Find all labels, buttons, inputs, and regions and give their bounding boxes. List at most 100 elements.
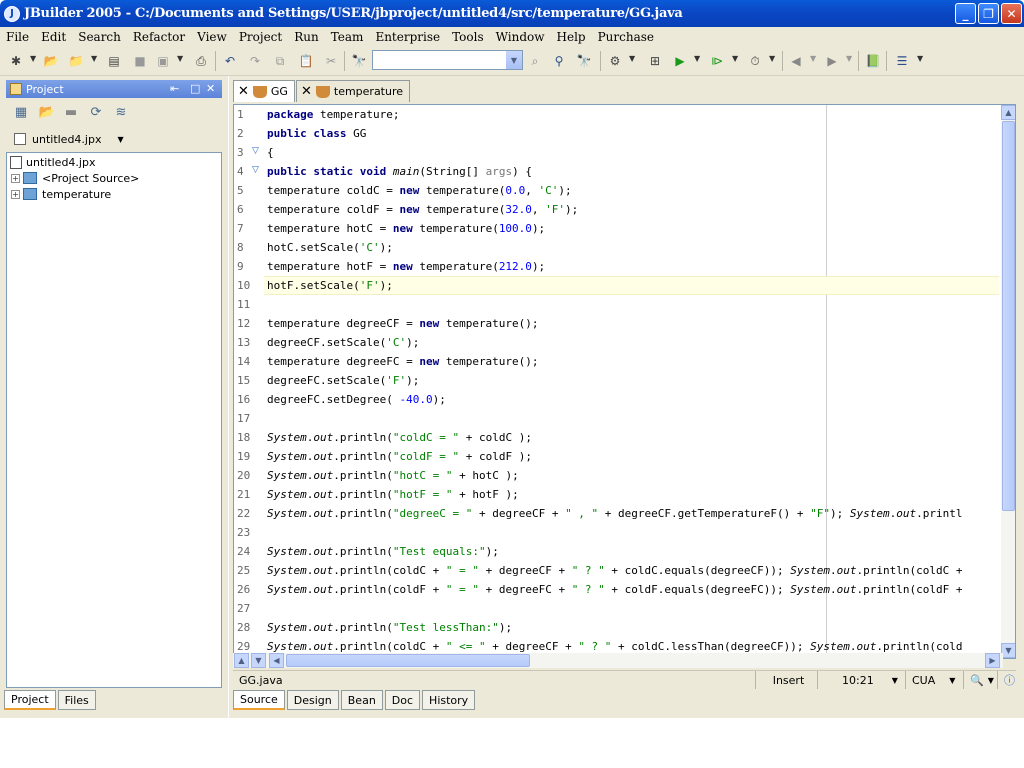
menu-tools[interactable]: Tools bbox=[446, 30, 490, 44]
find-icon[interactable]: 🔭 bbox=[350, 52, 368, 70]
code-line[interactable]: degreeFC.setScale('F'); bbox=[267, 371, 419, 390]
help-book-icon[interactable]: 📗 bbox=[864, 52, 882, 70]
debug-icon[interactable]: ⧐ bbox=[708, 52, 726, 70]
add-files-icon[interactable]: ▦ bbox=[12, 103, 30, 121]
chevron-down-icon[interactable]: ▼ bbox=[892, 676, 898, 685]
undo-icon[interactable]: ↶ bbox=[221, 52, 239, 70]
tab-temperature[interactable]: ✕ temperature bbox=[295, 80, 411, 102]
code-line[interactable]: degreeCF.setScale('C'); bbox=[267, 333, 419, 352]
code-editor[interactable]: 1 2 3 4 5 6 7 8 9 10 11 12 13 14 15 16 17 18 19 20 21 22 23 24 2… bbox=[233, 104, 1016, 659]
code-line[interactable]: System.out.println(coldF + " = " + degre… bbox=[267, 580, 962, 599]
menu-run[interactable]: Run bbox=[288, 30, 325, 44]
scroll-down-icon[interactable]: ▼ bbox=[1001, 643, 1015, 658]
fold-marker-icon[interactable]: ▽ bbox=[252, 165, 259, 175]
code-line[interactable]: public class GG bbox=[267, 124, 366, 143]
reopen-icon[interactable]: 📁 bbox=[67, 52, 85, 70]
properties-icon[interactable]: ≋ bbox=[112, 103, 130, 121]
layers-dropdown-icon[interactable]: ▼ bbox=[917, 54, 923, 63]
status-search[interactable]: 🔍 ▼ bbox=[963, 671, 994, 689]
code-line[interactable]: hotF.setScale('F'); bbox=[267, 276, 393, 295]
scroll-right-icon[interactable]: ▶ bbox=[985, 653, 1000, 668]
back-dropdown-icon[interactable]: ▼ bbox=[810, 54, 816, 63]
code-line[interactable]: System.out.println("hotC = " + hotC ); bbox=[267, 466, 519, 485]
code-line[interactable]: { bbox=[267, 143, 274, 162]
forward-icon[interactable]: ▶ bbox=[823, 52, 841, 70]
expand-icon[interactable]: + bbox=[11, 173, 20, 183]
forward-dropdown-icon[interactable]: ▼ bbox=[846, 54, 852, 63]
binoculars-icon[interactable]: 🔭 bbox=[575, 52, 593, 70]
scroll-left-icon[interactable]: ◀ bbox=[269, 653, 284, 668]
close-tab-icon[interactable]: ✕ bbox=[238, 84, 249, 99]
minimize-button[interactable]: _ bbox=[955, 3, 976, 24]
chevron-down-icon[interactable]: ▼ bbox=[949, 676, 955, 685]
make-icon[interactable]: ⚙ bbox=[606, 52, 624, 70]
back-icon[interactable]: ◀ bbox=[787, 52, 805, 70]
code-line[interactable]: System.out.println("coldF = " + coldF ); bbox=[267, 447, 532, 466]
run-dropdown-icon[interactable]: ▼ bbox=[694, 54, 700, 63]
new-dropdown-icon[interactable]: ▼ bbox=[30, 54, 36, 63]
add-folder-icon[interactable]: 📂 bbox=[38, 103, 56, 121]
layers-icon[interactable]: ☰ bbox=[893, 52, 911, 70]
vertical-scroll-thumb[interactable] bbox=[1002, 121, 1015, 511]
run-icon[interactable]: ▶ bbox=[671, 52, 689, 70]
code-line[interactable]: hotC.setScale('C'); bbox=[267, 238, 393, 257]
menu-purchase[interactable]: Purchase bbox=[592, 30, 660, 44]
optimize-icon[interactable]: ⏱ bbox=[746, 52, 764, 70]
optimize-dropdown-icon[interactable]: ▼ bbox=[769, 54, 775, 63]
close-tab-icon[interactable]: ✕ bbox=[301, 84, 312, 99]
code-line[interactable]: temperature coldF = new temperature(32.0… bbox=[267, 200, 578, 219]
code-line[interactable]: degreeFC.setDegree( -40.0); bbox=[267, 390, 446, 409]
new-icon[interactable]: ✱ bbox=[7, 52, 25, 70]
chevron-down-icon[interactable]: ▼ bbox=[506, 51, 522, 69]
project-selector[interactable]: untitled4.jpx ▼ bbox=[14, 130, 124, 148]
menu-edit[interactable]: Edit bbox=[35, 30, 72, 44]
menu-team[interactable]: Team bbox=[325, 30, 370, 44]
debug-dropdown-icon[interactable]: ▼ bbox=[732, 54, 738, 63]
menu-enterprise[interactable]: Enterprise bbox=[369, 30, 446, 44]
menu-search[interactable]: Search bbox=[72, 30, 127, 44]
status-insert-mode[interactable]: Insert bbox=[755, 671, 815, 689]
code-line[interactable]: System.out.println("coldC = " + coldC ); bbox=[267, 428, 532, 447]
expand-icon[interactable]: + bbox=[11, 189, 20, 199]
redo-icon[interactable]: ↷ bbox=[246, 52, 264, 70]
print-icon[interactable]: ⎙ bbox=[192, 52, 210, 70]
make-dropdown-icon[interactable]: ▼ bbox=[629, 54, 635, 63]
code-line[interactable]: System.out.println("hotF = " + hotF ); bbox=[267, 485, 519, 504]
menu-help[interactable]: Help bbox=[551, 30, 592, 44]
find-in-path-icon[interactable]: ⌕ bbox=[526, 52, 544, 70]
maximize-button[interactable]: ❐ bbox=[978, 3, 999, 24]
remove-icon[interactable]: ▬ bbox=[62, 103, 80, 121]
tab-source[interactable]: Source bbox=[233, 690, 285, 710]
refresh-icon[interactable]: ⟳ bbox=[87, 103, 105, 121]
fold-down-icon[interactable]: ▼ bbox=[251, 653, 266, 668]
horizontal-scrollbar[interactable]: ▲ ▼ ◀ ▶ bbox=[233, 653, 1003, 668]
menu-window[interactable]: Window bbox=[490, 30, 551, 44]
status-position[interactable]: 10:21 ▼ bbox=[817, 671, 903, 689]
maximize-pane-icon[interactable]: □ bbox=[190, 82, 200, 95]
tab-files[interactable]: Files bbox=[57, 690, 96, 710]
code-line[interactable]: package temperature; bbox=[267, 105, 399, 124]
pin-icon[interactable]: ⇤ bbox=[170, 82, 179, 95]
reopen-dropdown-icon[interactable]: ▼ bbox=[91, 54, 97, 63]
code-line[interactable]: temperature degreeFC = new temperature()… bbox=[267, 352, 539, 371]
jbuilder-app-icon[interactable]: J bbox=[4, 5, 20, 22]
tab-bean[interactable]: Bean bbox=[340, 690, 383, 710]
vertical-scrollbar[interactable]: ▲ ▼ bbox=[1001, 105, 1015, 658]
status-keymap[interactable]: CUA ▼ bbox=[905, 671, 961, 689]
cut-icon[interactable]: ✂ bbox=[322, 52, 340, 70]
paste-icon[interactable]: 📋 bbox=[297, 52, 315, 70]
tree-item-project[interactable]: untitled4.jpx bbox=[10, 154, 95, 170]
horizontal-scroll-thumb[interactable] bbox=[286, 654, 530, 667]
fold-up-icon[interactable]: ▲ bbox=[234, 653, 249, 668]
code-line[interactable]: temperature hotF = new temperature(212.0… bbox=[267, 257, 545, 276]
menu-view[interactable]: View bbox=[191, 30, 233, 44]
menu-refactor[interactable]: Refactor bbox=[127, 30, 191, 44]
close-pane-icon[interactable]: ✕ bbox=[206, 82, 215, 95]
save-icon[interactable]: ■ bbox=[131, 52, 149, 70]
find-classes-icon[interactable]: ⚲ bbox=[550, 52, 568, 70]
fold-marker-icon[interactable]: ▽ bbox=[252, 146, 259, 156]
search-icon[interactable]: 🔍 bbox=[970, 674, 984, 687]
target-icon[interactable]: ⊞ bbox=[646, 52, 664, 70]
open-icon[interactable]: 📂 bbox=[42, 52, 60, 70]
code-line[interactable]: System.out.println("Test lessThan:"); bbox=[267, 618, 512, 637]
